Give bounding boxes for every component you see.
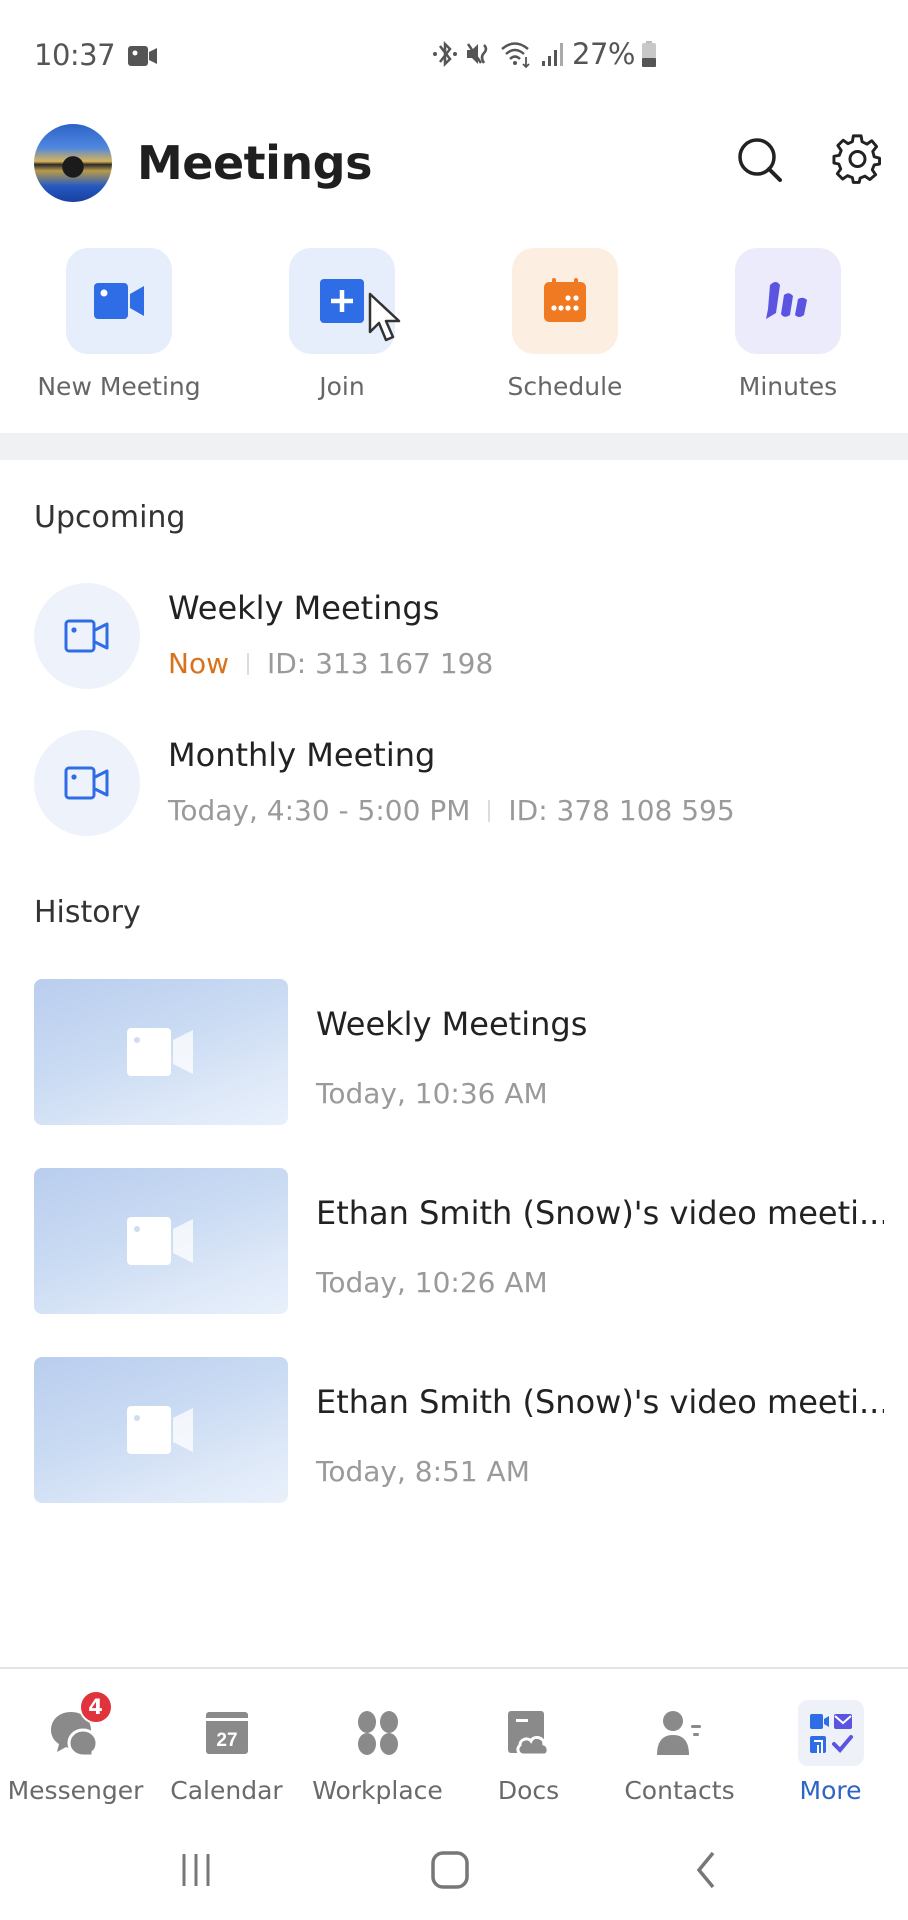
tab-contacts[interactable]: Contacts (604, 1700, 755, 1805)
bluetooth-icon (433, 40, 457, 68)
tab-label: Docs (497, 1776, 560, 1805)
upcoming-meeting-item[interactable]: Weekly Meetings Now ID: 313 167 198 (34, 583, 884, 689)
back-button[interactable] (676, 1845, 736, 1895)
meeting-id: ID: 313 167 198 (266, 647, 494, 680)
more-apps-icon (797, 1700, 864, 1766)
meeting-time: Today, 4:30 - 5:00 PM (168, 794, 471, 827)
meeting-icon-circle (34, 730, 140, 836)
history-time: Today, 10:36 AM (316, 1077, 548, 1110)
tab-messenger[interactable]: 4 Messenger (0, 1690, 151, 1805)
meeting-status-now: Now (168, 647, 229, 680)
new-meeting-icon-box (66, 248, 172, 354)
history-title: Ethan Smith (Snow)'s video meeti... (316, 1383, 884, 1421)
schedule-label: Schedule (507, 372, 623, 401)
upcoming-meeting-item[interactable]: Monthly Meeting Today, 4:30 - 5:00 PM ID… (34, 730, 884, 836)
calendar-icon: 27 (194, 1700, 260, 1766)
calendar-day: 27 (216, 1730, 237, 1751)
minutes-pen-icon (766, 282, 807, 319)
video-camera-outline-icon (64, 619, 109, 653)
plus-square-icon (320, 279, 364, 323)
video-camera-outline-icon (64, 766, 109, 800)
history-time: Today, 8:51 AM (316, 1455, 530, 1488)
new-meeting-button[interactable]: New Meeting (37, 248, 201, 401)
home-button[interactable] (420, 1845, 480, 1895)
workplace-icon (345, 1700, 411, 1766)
meeting-title: Weekly Meetings (168, 589, 440, 627)
join-label: Join (319, 372, 365, 401)
divider (246, 652, 249, 675)
video-camera-placeholder-icon (127, 1406, 193, 1454)
history-item[interactable]: Ethan Smith (Snow)'s video meeti... Toda… (34, 1168, 884, 1314)
tab-docs[interactable]: Docs (453, 1700, 604, 1805)
upcoming-heading: Upcoming (34, 500, 186, 535)
wifi-icon (501, 42, 530, 69)
back-icon (696, 1851, 715, 1889)
search-icon[interactable] (734, 134, 786, 186)
video-camera-icon (94, 283, 144, 319)
page-title: Meetings (137, 136, 372, 190)
status-time: 10:37 (34, 38, 116, 72)
history-heading: History (34, 895, 141, 930)
tab-label: More (799, 1776, 862, 1805)
bottom-nav-divider (0, 1667, 908, 1669)
schedule-icon-box (512, 248, 618, 354)
video-camera-placeholder-icon (127, 1217, 193, 1265)
divider (488, 799, 491, 822)
new-meeting-label: New Meeting (37, 372, 201, 401)
home-icon (431, 1851, 469, 1889)
tab-calendar[interactable]: 27 Calendar (151, 1700, 302, 1805)
meeting-subtitle: Today, 4:30 - 5:00 PM ID: 378 108 595 (168, 794, 735, 827)
battery-percent: 27% (572, 37, 635, 71)
tab-label: Messenger (7, 1776, 144, 1805)
meeting-title: Monthly Meeting (168, 736, 436, 774)
section-separator (0, 433, 908, 460)
meeting-icon-circle (34, 583, 140, 689)
contacts-icon (647, 1700, 713, 1766)
tab-label: Calendar (170, 1776, 283, 1805)
tab-label: Contacts (624, 1776, 735, 1805)
history-thumbnail (34, 1168, 288, 1314)
history-item[interactable]: Weekly Meetings Today, 10:36 AM (34, 979, 884, 1125)
history-title: Weekly Meetings (316, 1005, 588, 1043)
mute-icon (466, 43, 488, 64)
meeting-id: ID: 378 108 595 (508, 794, 735, 827)
history-thumbnail (34, 1357, 288, 1503)
calendar-icon (544, 278, 586, 322)
battery-icon (641, 41, 656, 67)
unread-badge: 4 (78, 1690, 113, 1724)
minutes-label: Minutes (738, 372, 838, 401)
tab-label: Workplace (312, 1776, 443, 1805)
signal-icon (542, 43, 563, 66)
history-thumbnail (34, 979, 288, 1125)
messenger-icon: 4 (43, 1690, 113, 1766)
minutes-icon-box (735, 248, 841, 354)
recent-apps-icon (182, 1854, 210, 1886)
history-item[interactable]: Ethan Smith (Snow)'s video meeti... Toda… (34, 1357, 884, 1503)
minutes-button[interactable]: Minutes (706, 248, 870, 401)
mouse-cursor-icon (368, 292, 401, 342)
schedule-button[interactable]: Schedule (483, 248, 647, 401)
status-icons: 27% (432, 36, 657, 72)
avatar[interactable] (34, 124, 112, 202)
history-time: Today, 10:26 AM (316, 1266, 548, 1299)
history-title: Ethan Smith (Snow)'s video meeti... (316, 1194, 884, 1232)
docs-icon (496, 1700, 562, 1766)
recent-apps-button[interactable] (166, 1845, 226, 1895)
meeting-subtitle: Now ID: 313 167 198 (168, 647, 493, 680)
tab-workplace[interactable]: Workplace (302, 1700, 453, 1805)
screen-record-icon (128, 46, 157, 66)
tab-more[interactable]: More (755, 1700, 906, 1805)
gear-icon[interactable] (832, 134, 884, 186)
video-camera-placeholder-icon (127, 1028, 193, 1076)
